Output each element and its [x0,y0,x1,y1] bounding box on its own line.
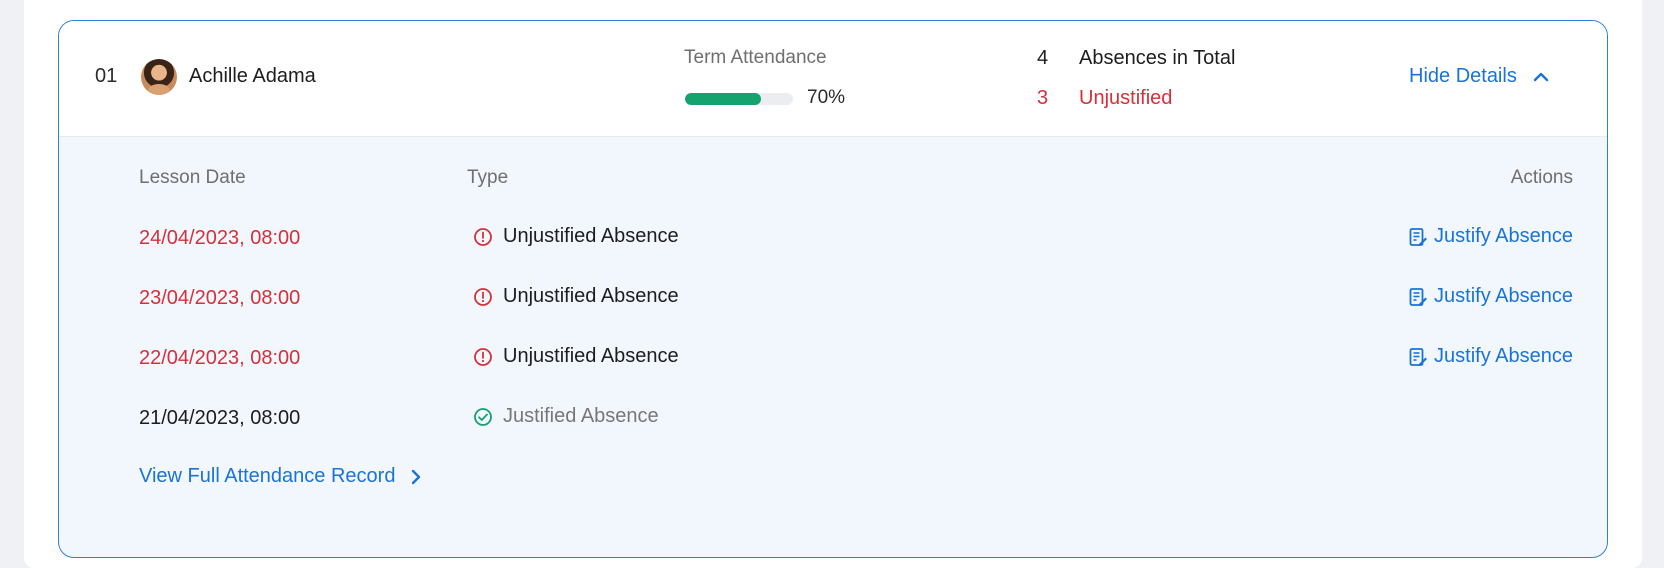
table-row: 21/04/2023, 08:00 Justified Absence [59,399,1607,439]
column-header-type: Type [467,167,509,188]
lesson-date: 21/04/2023, 08:00 [139,407,301,429]
check-circle-icon [474,407,492,426]
table-row: 23/04/2023, 08:00 Unjustified Absence Ju… [59,279,1607,319]
student-attendance-card: 01 Achille Adama Term Attendance 70% 4 A… [58,20,1608,558]
view-full-attendance-label: View Full Attendance Record [139,465,396,487]
column-header-lesson-date: Lesson Date [139,167,246,188]
chevron-up-icon [1533,72,1549,81]
justify-absence-label: Justify Absence [1434,285,1573,307]
justify-absence-button[interactable]: Justify Absence [1408,285,1573,308]
edit-document-icon [1409,227,1428,246]
attendance-progress-fill [685,93,761,105]
lesson-date: 24/04/2023, 08:00 [139,227,301,249]
justify-absence-label: Justify Absence [1434,225,1573,247]
term-attendance-label: Term Attendance [684,47,827,68]
lesson-date: 22/04/2023, 08:00 [139,347,301,369]
lesson-date: 23/04/2023, 08:00 [139,287,301,309]
edit-document-icon [1409,287,1428,306]
table-row: 22/04/2023, 08:00 Unjustified Absence Ju… [59,339,1607,379]
avatar [141,59,177,95]
absence-type: Unjustified Absence [473,345,679,368]
absence-type: Unjustified Absence [473,285,679,308]
absences-unjustified-label: Unjustified [1079,87,1173,109]
card-header: 01 Achille Adama Term Attendance 70% 4 A… [59,21,1607,137]
absence-type: Unjustified Absence [473,225,679,248]
absence-type-label: Unjustified Absence [503,345,679,367]
absence-type-label: Justified Absence [503,405,659,427]
view-full-attendance-link[interactable]: View Full Attendance Record [139,465,421,488]
student-name: Achille Adama [189,65,316,87]
alert-circle-icon [474,347,492,366]
absence-type-label: Unjustified Absence [503,285,679,307]
table-row: 24/04/2023, 08:00 Unjustified Absence Ju… [59,219,1607,259]
column-header-actions: Actions [1510,167,1573,188]
alert-circle-icon [474,287,492,306]
hide-details-label: Hide Details [1409,65,1517,87]
absence-type: Justified Absence [473,405,659,428]
page: 01 Achille Adama Term Attendance 70% 4 A… [24,0,1642,568]
absences-unjustified-count: 3 [1037,87,1049,109]
alert-circle-icon [474,227,492,246]
absences-total-label: Absences in Total [1079,47,1236,69]
absences-total-count: 4 [1037,47,1049,69]
edit-document-icon [1409,347,1428,366]
attendance-progress-bar [685,93,793,105]
hide-details-button[interactable]: Hide Details [1409,65,1549,88]
justify-absence-button[interactable]: Justify Absence [1408,345,1573,368]
justify-absence-label: Justify Absence [1434,345,1573,367]
row-index: 01 [95,65,118,87]
chevron-right-icon [412,469,421,484]
absence-type-label: Unjustified Absence [503,225,679,247]
attendance-percent: 70% [807,87,846,108]
justify-absence-button[interactable]: Justify Absence [1408,225,1573,248]
